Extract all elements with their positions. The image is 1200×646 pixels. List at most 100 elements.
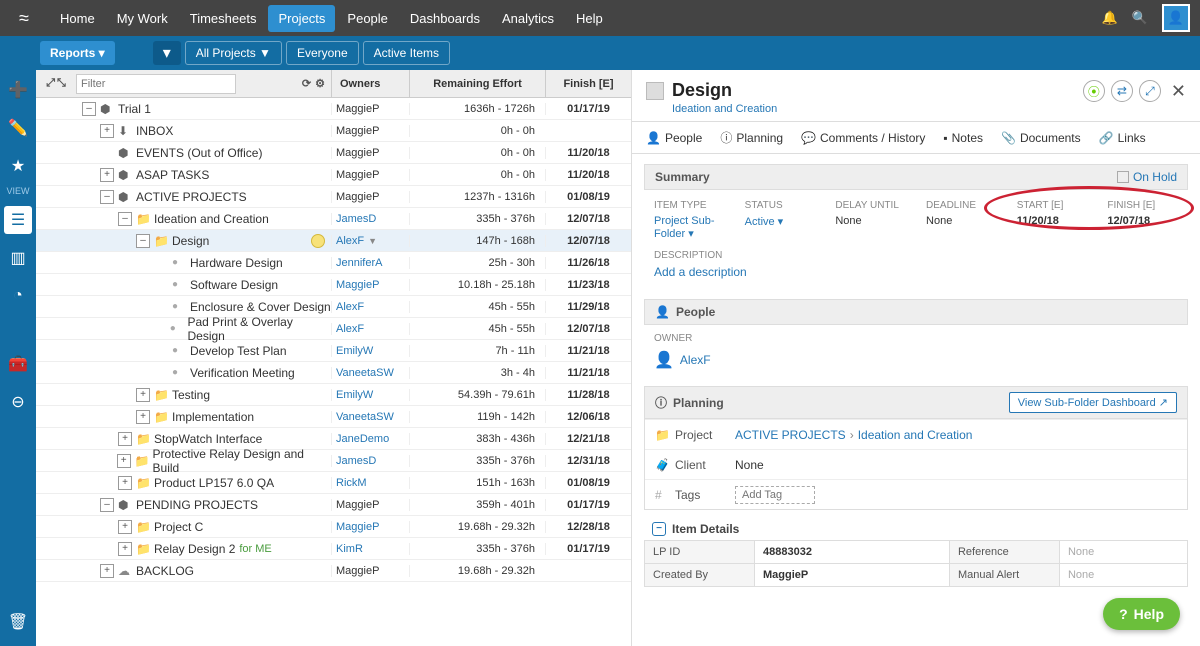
help-icon: ? <box>1119 606 1128 622</box>
tree-toggle[interactable]: – <box>100 498 114 512</box>
nav-help[interactable]: Help <box>566 5 613 32</box>
tree-toggle[interactable]: + <box>118 432 132 446</box>
briefcase-icon[interactable]: 🧰 <box>4 350 32 378</box>
on-hold-checkbox[interactable] <box>1117 171 1129 183</box>
tree-row[interactable]: +📁Project CMaggieP19.68h - 29.32h12/28/1… <box>36 516 631 538</box>
reports-button[interactable]: Reports ▾ <box>40 41 115 65</box>
tree-row[interactable]: –⬢PENDING PROJECTSMaggieP359h - 401h01/1… <box>36 494 631 516</box>
add-description-link[interactable]: Add a description <box>654 265 1178 279</box>
expand-icon[interactable]: ⤢ <box>46 77 55 90</box>
tree-row[interactable]: –📁DesignAlexF▼147h - 168h12/07/18 <box>36 230 631 252</box>
on-hold-label: On Hold <box>1133 170 1177 184</box>
tree-row[interactable]: +⬇INBOXMaggieP0h - 0h <box>36 120 631 142</box>
share-icon[interactable]: ⇄ <box>1111 80 1133 102</box>
tree-toggle[interactable]: + <box>100 168 114 182</box>
tree-toggle[interactable]: + <box>118 520 132 534</box>
collapse-icon[interactable]: ⊖ <box>4 388 32 416</box>
nav-timesheets[interactable]: Timesheets <box>180 5 267 32</box>
col-finish[interactable]: Finish [E] <box>545 70 631 97</box>
people-header: 👤 People <box>644 299 1188 325</box>
nav-dashboards[interactable]: Dashboards <box>400 5 490 32</box>
tree-toggle[interactable]: – <box>136 234 150 248</box>
nav-analytics[interactable]: Analytics <box>492 5 564 32</box>
item-type-value[interactable]: Project Sub-Folder ▾ <box>654 215 725 240</box>
tree-row[interactable]: ●Hardware DesignJenniferA25h - 30h11/26/… <box>36 252 631 274</box>
pill-all-projects[interactable]: All Projects ▼ <box>185 41 282 65</box>
user-avatar[interactable]: 👤 <box>1162 4 1190 32</box>
filter-input[interactable] <box>76 74 236 94</box>
tree-row[interactable]: –⬢ACTIVE PROJECTSMaggieP1237h - 1316h01/… <box>36 186 631 208</box>
status-value[interactable]: Active ▾ <box>745 215 816 228</box>
help-button[interactable]: ? Help <box>1103 598 1180 630</box>
tree-toggle[interactable]: – <box>100 190 114 204</box>
nav-home[interactable]: Home <box>50 5 105 32</box>
nav-my-work[interactable]: My Work <box>107 5 178 32</box>
tree-row[interactable]: ●Software DesignMaggieP10.18h - 25.18h11… <box>36 274 631 296</box>
collapse-details-icon[interactable]: − <box>652 522 666 536</box>
collapse-tree-icon[interactable]: ⤡ <box>57 77 66 90</box>
board-view-icon[interactable]: ▥ <box>4 244 32 272</box>
tree-row[interactable]: +📁TestingEmilyW54.39h - 79.61h11/28/18 <box>36 384 631 406</box>
tree-row[interactable]: ●Pad Print & Overlay DesignAlexF45h - 55… <box>36 318 631 340</box>
tree-row[interactable]: ●Develop Test PlanEmilyW7h - 11h11/21/18 <box>36 340 631 362</box>
tab-notes[interactable]: ▪Notes <box>943 131 983 145</box>
tree-toggle[interactable]: + <box>118 476 132 490</box>
tree-toggle[interactable]: – <box>118 212 132 226</box>
tab-links[interactable]: 🔗Links <box>1099 131 1146 145</box>
tree-row[interactable]: +☁BACKLOGMaggieP19.68h - 29.32h <box>36 560 631 582</box>
close-icon[interactable]: ✕ <box>1171 81 1186 102</box>
tree-row[interactable]: +⬢ASAP TASKSMaggieP0h - 0h11/20/18 <box>36 164 631 186</box>
tab-planning[interactable]: ⓘPlanning <box>720 129 783 146</box>
tree-toggle[interactable]: + <box>100 564 114 578</box>
add-tag-input[interactable] <box>735 486 815 504</box>
edit-icon[interactable]: ✏️ <box>4 114 32 142</box>
bell-icon[interactable]: 🔔 <box>1102 10 1118 26</box>
tree-row[interactable]: –📁Ideation and CreationJamesD335h - 376h… <box>36 208 631 230</box>
attachment-icon: 📎 <box>1001 131 1016 145</box>
pill-everyone[interactable]: Everyone <box>286 41 359 65</box>
tree-toggle[interactable]: + <box>100 124 114 138</box>
project-path[interactable]: ACTIVE PROJECTS›Ideation and Creation <box>735 428 1177 442</box>
favorite-icon[interactable]: ★ <box>4 152 32 180</box>
add-icon[interactable]: ➕ <box>4 76 32 104</box>
tab-comments[interactable]: 💬Comments / History <box>801 131 925 145</box>
col-owners[interactable]: Owners <box>331 70 409 97</box>
tree-toggle[interactable]: + <box>136 410 150 424</box>
start-value: 11/20/18 <box>1017 215 1088 227</box>
nav-people[interactable]: People <box>337 5 397 32</box>
tree-row[interactable]: –⬢Trial 1MaggieP1636h - 1726h01/17/19 <box>36 98 631 120</box>
rss-icon[interactable]: ⦿ <box>1083 80 1105 102</box>
tab-documents[interactable]: 📎Documents <box>1001 131 1081 145</box>
app-logo[interactable]: ≈ <box>10 4 38 32</box>
view-dashboard-button[interactable]: View Sub-Folder Dashboard ↗ <box>1009 392 1177 413</box>
timeline-view-icon[interactable]: ◔ <box>4 282 32 310</box>
tree-toggle[interactable]: + <box>136 388 150 402</box>
note-icon: ▪ <box>943 131 947 145</box>
tree-row[interactable]: ⬢EVENTS (Out of Office)MaggieP0h - 0h11/… <box>36 142 631 164</box>
col-remaining-effort[interactable]: Remaining Effort <box>409 70 545 97</box>
tree-row[interactable]: +📁Product LP157 6.0 QARickM151h - 163h01… <box>36 472 631 494</box>
tree-toggle[interactable]: + <box>117 454 131 468</box>
detail-pane: Design Ideation and Creation ⦿ ⇄ ⤢ ✕ 👤Pe… <box>632 70 1200 646</box>
search-icon[interactable]: 🔍 <box>1132 10 1148 26</box>
tree-row[interactable]: +📁Protective Relay Design and BuildJames… <box>36 450 631 472</box>
tree-row[interactable]: +📁ImplementationVaneetaSW119h - 142h12/0… <box>36 406 631 428</box>
owner-item[interactable]: 👤 AlexF <box>654 350 1178 370</box>
tree-row[interactable]: +📁Relay Design 2for MEKimR335h - 376h01/… <box>36 538 631 560</box>
grid-header: ⤢⤡ ⟳ ⚙ Owners Remaining Effort Finish [E] <box>36 70 631 98</box>
nav-projects[interactable]: Projects <box>268 5 335 32</box>
tab-people[interactable]: 👤People <box>646 131 702 145</box>
refresh-icon[interactable]: ⟳ <box>302 77 311 90</box>
filter-icon[interactable]: ▾ <box>153 41 181 65</box>
folder-icon: 📁 <box>655 428 675 442</box>
trash-icon[interactable]: 🗑 <box>4 608 32 636</box>
gear-icon[interactable]: ⚙ <box>315 77 325 90</box>
breadcrumb[interactable]: Ideation and Creation <box>672 103 777 115</box>
pill-active-items[interactable]: Active Items <box>363 41 450 65</box>
tree-row[interactable]: ●Verification MeetingVaneetaSW3h - 4h11/… <box>36 362 631 384</box>
expand-detail-icon[interactable]: ⤢ <box>1139 80 1161 102</box>
summary-header: Summary On Hold <box>644 164 1188 190</box>
tree-toggle[interactable]: – <box>82 102 96 116</box>
tree-toggle[interactable]: + <box>118 542 132 556</box>
list-view-icon[interactable]: ☰ <box>4 206 32 234</box>
